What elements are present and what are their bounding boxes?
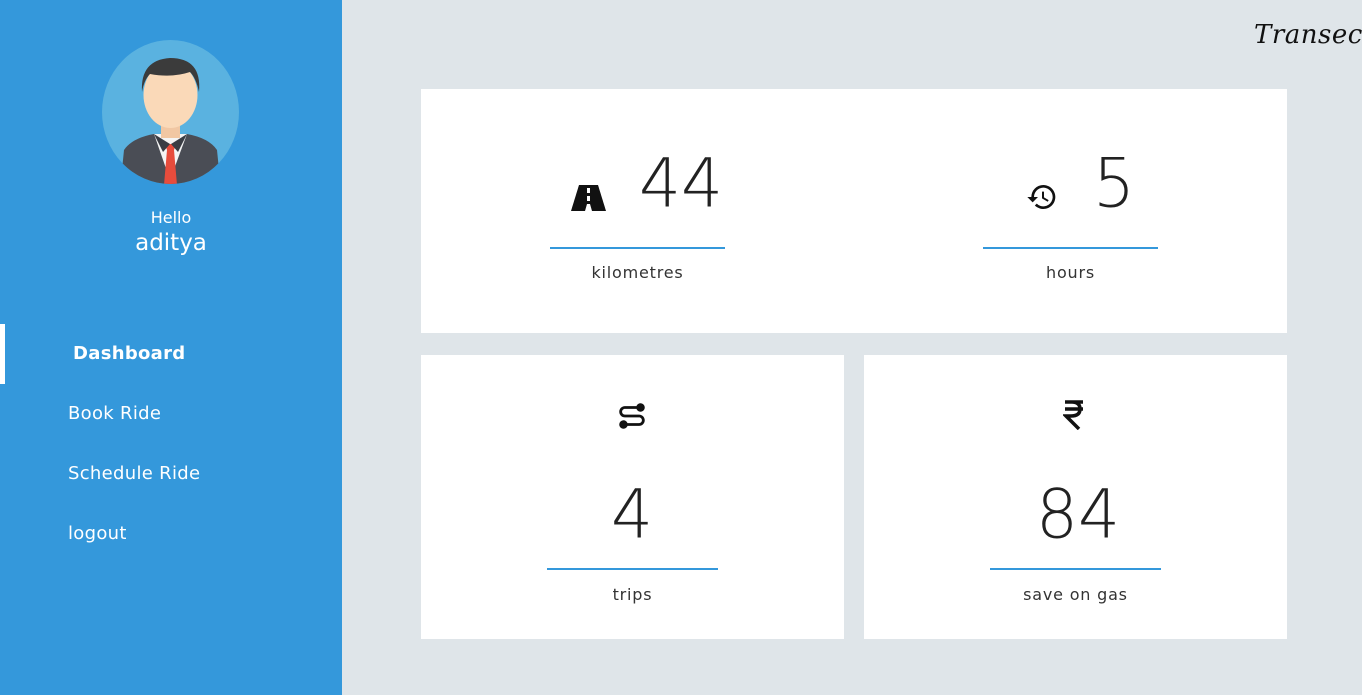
greeting-text: Hello — [150, 208, 192, 227]
gas-savings-underline — [990, 568, 1161, 570]
hours-value: 5 — [1093, 144, 1135, 223]
nav-item-logout[interactable]: logout — [0, 504, 342, 564]
rupee-icon — [1063, 400, 1083, 430]
trips-underline — [547, 568, 718, 570]
hours-underline — [983, 247, 1158, 249]
nav-item-label: Dashboard — [73, 343, 186, 364]
kilometres-label: kilometres — [591, 263, 684, 282]
stats-card-trips: 4 trips — [421, 355, 844, 639]
trips-value: 4 — [611, 475, 653, 554]
trips-label: trips — [612, 585, 653, 604]
avatar — [102, 40, 239, 184]
gas-savings-label: save on gas — [1023, 585, 1128, 604]
nav-item-dashboard[interactable]: Dashboard — [0, 324, 342, 384]
nav-item-label: Schedule Ride — [68, 463, 201, 484]
username: aditya — [135, 230, 207, 256]
active-indicator — [0, 324, 5, 384]
nav-item-label: logout — [68, 523, 127, 544]
gas-savings-value: 84 — [1036, 475, 1120, 554]
kilometres-underline — [550, 247, 725, 249]
kilometres-value: 44 — [639, 144, 723, 223]
nav-item-book-ride[interactable]: Book Ride — [0, 384, 342, 444]
stats-card-gas: 84 save on gas — [864, 355, 1287, 639]
stats-card-distance-time: 44 kilometres 5 hours — [421, 89, 1287, 333]
sidebar: Hello aditya Dashboard Book Ride Schedul… — [0, 0, 342, 695]
road-icon — [571, 185, 606, 211]
route-icon — [619, 403, 645, 429]
nav-item-schedule-ride[interactable]: Schedule Ride — [0, 444, 342, 504]
brand-logo: Transeco — [1254, 20, 1362, 50]
history-icon — [1027, 185, 1056, 209]
hours-label: hours — [1046, 263, 1095, 282]
nav-item-label: Book Ride — [68, 403, 162, 424]
